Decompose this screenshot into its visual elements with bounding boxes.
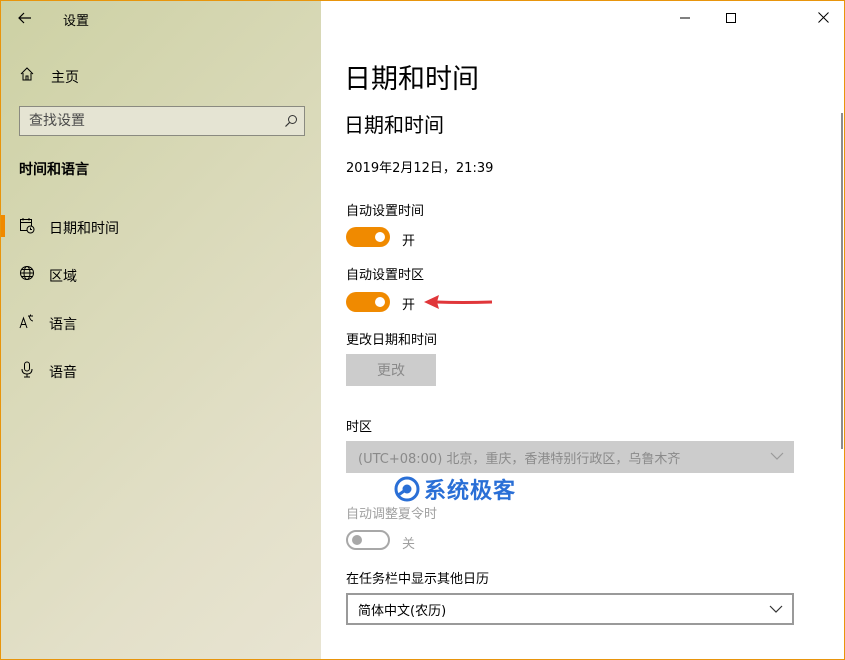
sidebar-item-home[interactable]: 主页 — [1, 61, 321, 89]
search-icon[interactable] — [284, 114, 298, 128]
maximize-icon — [726, 12, 736, 23]
watermark: 系统极客 — [394, 473, 516, 505]
sidebar-item-region[interactable]: 区域 — [1, 257, 321, 291]
calendar-dropdown[interactable]: 简体中文(农历) — [346, 593, 794, 625]
dst-state: 关 — [402, 537, 416, 552]
close-icon — [817, 12, 829, 23]
home-icon — [20, 67, 34, 81]
close-button[interactable] — [800, 1, 844, 34]
toggle-knob — [375, 232, 385, 242]
auto-time-state: 开 — [402, 234, 416, 249]
sidebar-item-label: 日期和时间 — [49, 221, 119, 237]
sidebar-item-speech[interactable]: 语音 — [1, 353, 321, 387]
change-button[interactable]: 更改 — [346, 354, 436, 386]
sidebar-item-label: 区域 — [49, 269, 77, 285]
chevron-down-icon — [770, 452, 784, 460]
auto-time-toggle[interactable] — [346, 227, 390, 247]
page-title: 日期和时间 — [344, 64, 479, 95]
current-datetime: 2019年2月12日，21:39 — [346, 161, 494, 176]
sidebar-item-label: 主页 — [51, 70, 79, 86]
search-input[interactable] — [20, 107, 280, 135]
chevron-down-icon — [769, 605, 783, 613]
calendar-value: 简体中文(农历) — [358, 603, 447, 619]
dst-toggle[interactable] — [346, 530, 390, 550]
section-title: 日期和时间 — [344, 113, 444, 137]
sidebar-item-language[interactable]: 语言 — [1, 305, 321, 339]
title-bar-left: 设置 — [1, 1, 321, 35]
settings-window: 设置 主页 时间和语言 日期和时间 — [0, 0, 845, 660]
main-content: 日期和时间 日期和时间 2019年2月12日，21:39 自动设置时间 开 自动… — [322, 1, 844, 659]
sidebar-item-label: 语音 — [49, 365, 77, 381]
timezone-dropdown[interactable]: (UTC+08:00) 北京，重庆，香港特别行政区，乌鲁木齐 — [346, 441, 794, 473]
app-title: 设置 — [63, 14, 90, 29]
sidebar-item-label: 语言 — [49, 317, 77, 333]
minimize-button[interactable] — [662, 1, 708, 34]
maximize-button[interactable] — [708, 1, 754, 34]
search-field[interactable] — [19, 106, 305, 136]
auto-time-label: 自动设置时间 — [346, 204, 425, 219]
toggle-knob — [375, 297, 385, 307]
back-arrow-icon — [18, 12, 31, 24]
change-datetime-label: 更改日期和时间 — [346, 333, 438, 348]
annotation-arrow-icon — [424, 295, 493, 309]
timezone-label: 时区 — [346, 420, 373, 435]
watermark-logo-icon — [394, 476, 420, 502]
timezone-value: (UTC+08:00) 北京，重庆，香港特别行政区，乌鲁木齐 — [358, 451, 681, 467]
minimize-icon — [680, 17, 690, 18]
sidebar-section-title: 时间和语言 — [19, 162, 89, 178]
calendar-label: 在任务栏中显示其他日历 — [346, 572, 490, 587]
toggle-knob — [352, 535, 362, 545]
calendar-clock-icon — [20, 218, 35, 234]
microphone-icon — [21, 361, 33, 378]
auto-timezone-toggle[interactable] — [346, 292, 390, 312]
sidebar-item-date-time[interactable]: 日期和时间 — [1, 209, 321, 243]
scrollbar[interactable] — [841, 113, 843, 449]
sidebar: 设置 主页 时间和语言 日期和时间 — [1, 1, 321, 659]
globe-icon — [20, 266, 34, 280]
language-icon — [19, 314, 34, 329]
auto-timezone-label: 自动设置时区 — [346, 268, 425, 283]
watermark-text: 系统极客 — [424, 479, 517, 504]
auto-timezone-state: 开 — [402, 298, 416, 313]
dst-label: 自动调整夏令时 — [346, 507, 438, 522]
back-button[interactable] — [11, 7, 39, 29]
